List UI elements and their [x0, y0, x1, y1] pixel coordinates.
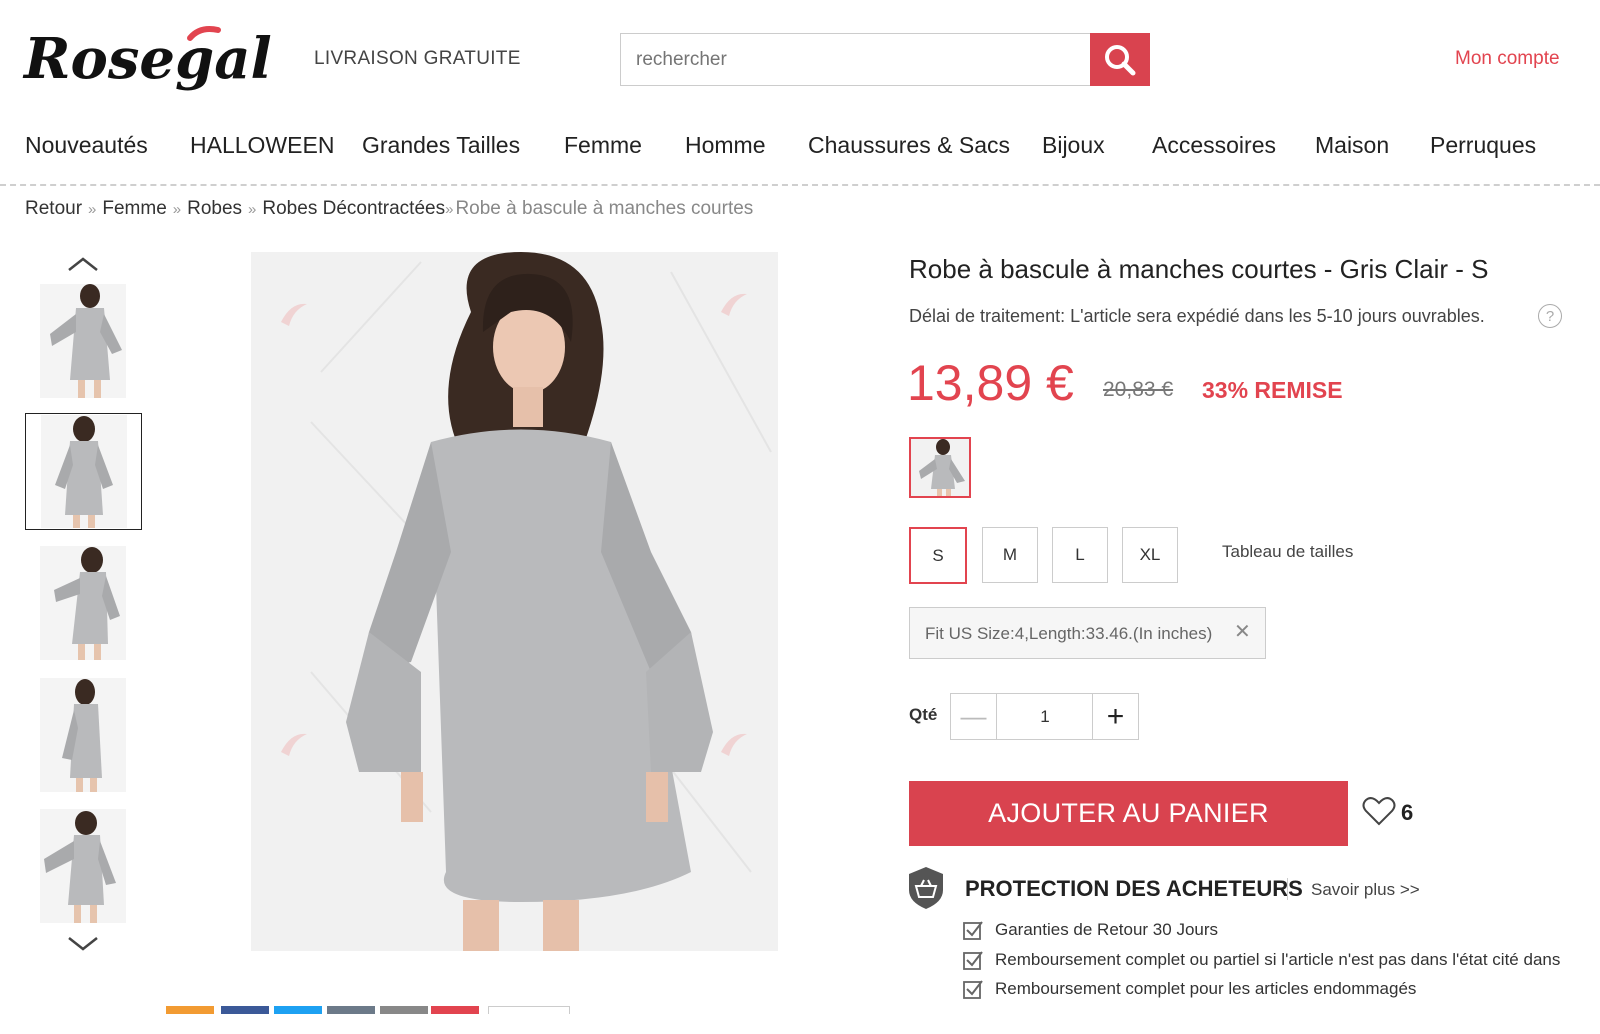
breadcrumb-separator: »	[445, 201, 454, 218]
share-more-button[interactable]	[488, 1006, 570, 1014]
current-price: 13,89 €	[907, 355, 1074, 411]
checkbox-checked-icon	[963, 951, 983, 970]
product-title: Robe à bascule à manches courtes - Gris …	[909, 254, 1489, 284]
breadcrumb-separator: »	[172, 201, 182, 218]
guarantee-item: Remboursement complet ou partiel si l'ar…	[963, 950, 1560, 970]
breadcrumb-robes[interactable]: Robes	[187, 198, 242, 219]
quantity-input[interactable]	[998, 694, 1092, 739]
breadcrumb-robes-decontractees[interactable]: Robes Décontractées	[262, 198, 445, 219]
logo-text: Rosegal	[22, 26, 272, 92]
share-button[interactable]	[166, 1006, 214, 1014]
nav-item-maison[interactable]: Maison	[1315, 132, 1389, 159]
nav-item-femme[interactable]: Femme	[564, 132, 642, 159]
size-chart-link[interactable]: Tableau de tailles	[1222, 542, 1353, 562]
product-thumbnail[interactable]	[40, 546, 126, 660]
pinterest-share-button[interactable]	[431, 1006, 479, 1014]
main-nav: Nouveautés HALLOWEEN Grandes Tailles Fem…	[0, 128, 1600, 186]
learn-more-link[interactable]: Savoir plus >>	[1311, 880, 1420, 900]
wishlist-count: 6	[1401, 800, 1414, 825]
breadcrumb-separator: »	[88, 201, 97, 218]
shield-basket-icon	[906, 866, 946, 910]
product-thumbnail[interactable]	[40, 809, 126, 923]
nav-item-homme[interactable]: Homme	[685, 132, 766, 159]
chevron-up-icon	[68, 257, 98, 271]
guarantee-text: Remboursement complet ou partiel si l'ar…	[995, 950, 1561, 969]
wishlist-button[interactable]	[1362, 795, 1396, 827]
breadcrumb-femme[interactable]: Femme	[102, 198, 166, 219]
guarantee-item: Remboursement complet pour les articles …	[963, 979, 1416, 999]
account-link[interactable]: Mon compte	[1455, 48, 1560, 70]
checkbox-checked-icon	[963, 921, 983, 940]
quantity-increase-button[interactable]: +	[1092, 694, 1138, 739]
dress-model-image	[281, 252, 772, 951]
breadcrumb-separator: »	[248, 201, 257, 218]
chevron-down-icon	[68, 937, 98, 951]
old-price: 20,83 €	[1103, 378, 1174, 401]
size-option-s[interactable]: S	[909, 527, 967, 584]
close-icon[interactable]: ✕	[1234, 619, 1251, 644]
dress-thumbnail-image	[44, 811, 116, 923]
breadcrumb: Retour» Femme» Robes» Robes Décontractées» R…	[25, 198, 753, 220]
rosegal-logo[interactable]: Rosegal	[22, 14, 292, 106]
product-thumbnail-active[interactable]	[25, 413, 142, 530]
color-swatch-gris-clair[interactable]	[909, 437, 971, 498]
guarantee-text: Remboursement complet pour les articles …	[995, 979, 1417, 998]
discount-badge: 33% REMISE	[1202, 377, 1343, 403]
thumbnails-down-arrow[interactable]	[66, 934, 100, 954]
search-input[interactable]	[621, 34, 1090, 85]
dress-thumbnail-image	[62, 679, 102, 792]
search-bar	[620, 33, 1150, 86]
nav-item-nouveautes[interactable]: Nouveautés	[25, 132, 148, 159]
fit-note-text: Fit US Size:4,Length:33.46.(In inches)	[925, 624, 1213, 643]
nav-item-perruques[interactable]: Perruques	[1430, 132, 1536, 159]
divider	[1287, 878, 1288, 900]
processing-time: Délai de traitement: L'article sera expé…	[909, 306, 1485, 327]
checkbox-checked-icon	[963, 980, 983, 999]
share-button[interactable]	[327, 1006, 375, 1014]
main-product-image[interactable]	[251, 252, 778, 951]
breadcrumb-current: Robe à bascule à manches courtes	[455, 198, 754, 219]
quantity-decrease-button[interactable]: —	[951, 694, 997, 739]
product-thumbnail[interactable]	[40, 678, 126, 792]
dress-thumbnail-image	[50, 284, 122, 398]
size-option-l[interactable]: L	[1052, 527, 1108, 583]
size-option-xl[interactable]: XL	[1122, 527, 1178, 583]
product-thumbnail[interactable]	[40, 284, 126, 398]
quantity-label: Qté	[909, 705, 938, 724]
nav-item-accessoires[interactable]: Accessoires	[1152, 132, 1276, 159]
share-button[interactable]	[380, 1006, 428, 1014]
facebook-share-button[interactable]	[221, 1006, 269, 1014]
free-shipping-tagline: LIVRAISON GRATUITE	[314, 48, 521, 69]
help-icon[interactable]: ?	[1538, 304, 1562, 328]
dress-thumbnail-image	[55, 416, 113, 528]
nav-item-bijoux[interactable]: Bijoux	[1042, 132, 1105, 159]
twitter-share-button[interactable]	[274, 1006, 322, 1014]
size-option-m[interactable]: M	[982, 527, 1038, 583]
add-to-cart-button[interactable]: AJOUTER AU PANIER	[909, 781, 1348, 846]
search-icon	[1105, 44, 1136, 75]
search-button[interactable]	[1090, 33, 1150, 86]
thumbnails-up-arrow[interactable]	[66, 254, 100, 274]
nav-item-grandes-tailles[interactable]: Grandes Tailles	[362, 132, 520, 159]
nav-item-halloween[interactable]: HALLOWEEN	[190, 132, 334, 159]
guarantee-item: Garanties de Retour 30 Jours	[963, 920, 1218, 940]
buyer-protection-title: PROTECTION DES ACHETEURS	[965, 876, 1303, 901]
nav-item-chaussures-sacs[interactable]: Chaussures & Sacs	[808, 132, 1010, 159]
guarantee-text: Garanties de Retour 30 Jours	[995, 920, 1219, 939]
quantity-stepper: — +	[950, 693, 1139, 740]
breadcrumb-retour[interactable]: Retour	[25, 198, 82, 219]
fit-note-box: Fit US Size:4,Length:33.46.(In inches) ✕	[909, 607, 1266, 659]
processing-text: L'article sera expédié dans les 5-10 jou…	[1070, 306, 1485, 326]
heart-icon	[1362, 797, 1396, 826]
color-swatch-image	[919, 439, 965, 496]
dress-thumbnail-image	[54, 547, 120, 660]
processing-label: Délai de traitement:	[909, 306, 1066, 326]
